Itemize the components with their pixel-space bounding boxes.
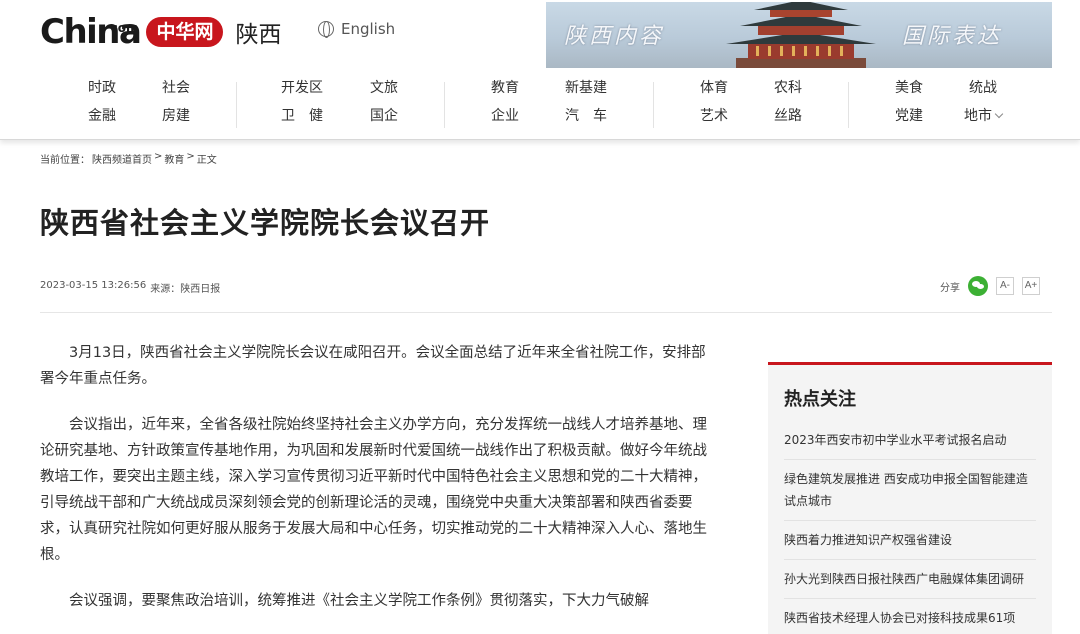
hot-topic-link[interactable]: 2023年西安市初中学业水平考试报名启动 (784, 421, 1036, 460)
nav-item[interactable]: 统战 (953, 78, 1013, 106)
nav-column: 统战 地市 (953, 78, 1013, 134)
breadcrumb-separator: > (154, 151, 163, 162)
nav-item[interactable]: 开发区 (272, 78, 332, 106)
globe-icon (318, 21, 334, 38)
breadcrumb-current: 正文 (196, 155, 217, 166)
hot-topics-sidebar: 热点关注 2023年西安市初中学业水平考试报名启动 绿色建筑发展推进 西安成功申… (768, 362, 1052, 634)
nav-item[interactable]: 体育 (684, 78, 744, 106)
article-body: 3月13日，陕西省社会主义学院院长会议在咸阳召开。会议全面总结了近年来全省社院工… (40, 340, 710, 634)
hot-topic-link[interactable]: 陕西省技术经理人协会已对接科技成果61项 (784, 599, 1036, 634)
publish-datetime: 2023-03-15 13:26:56 (40, 280, 147, 291)
hot-topic-link[interactable]: 绿色建筑发展推进 西安成功申报全国智能建造试点城市 (784, 460, 1036, 521)
nav-item[interactable]: 卫 健 (272, 106, 332, 134)
nav-column: 文旅 国企 (354, 78, 414, 134)
nav-column: 教育 企业 (475, 78, 535, 134)
nav-item[interactable]: 房建 (146, 106, 206, 134)
sidebar-title: 热点关注 (784, 389, 856, 410)
font-increase-button[interactable]: A+ (1022, 277, 1040, 295)
hot-topic-link[interactable]: 陕西着力推进知识产权强省建设 (784, 521, 1036, 560)
main-nav: 时政 金融 社会 房建 开发区 卫 健 文旅 国企 教育 企业 新基建 汽 车 … (0, 78, 1080, 134)
nav-item[interactable]: 国企 (354, 106, 414, 134)
nav-item[interactable]: 党建 (879, 106, 939, 134)
nav-item[interactable]: 农科 (758, 78, 818, 106)
nav-column: 开发区 卫 健 (272, 78, 332, 134)
breadcrumb-prefix: 当前位置： (40, 155, 90, 166)
nav-item[interactable]: 汽 车 (556, 106, 616, 134)
nav-item[interactable]: 美食 (879, 78, 939, 106)
nav-item[interactable]: 教育 (475, 78, 535, 106)
logo-badge: 中华网 (146, 17, 224, 47)
language-label: English (341, 20, 396, 38)
share-toolbar: 分享 A- A+ (940, 276, 1040, 296)
nav-column: 农科 丝路 (758, 78, 818, 134)
share-label: 分享 (940, 282, 960, 294)
header-banner[interactable]: 陕西内容 国际表达 (546, 2, 1052, 68)
nav-divider (444, 82, 445, 128)
breadcrumb-separator: > (186, 151, 195, 162)
article-title: 陕西省社会主义学院院长会议召开 (40, 206, 491, 240)
article-paragraph: 会议强调，要聚焦政治培训，统筹推进《社会主义学院工作条例》贯彻落实，下大力气破解 (69, 593, 649, 609)
nav-column: 社会 房建 (146, 78, 206, 134)
nav-item[interactable]: 社会 (146, 78, 206, 106)
nav-column: 新基建 汽 车 (556, 78, 616, 134)
site-header: China com 中华网 陕西 English 陕西内容 国际表达 时政 金融… (0, 0, 1080, 140)
nav-item-label: 地市 (964, 108, 992, 124)
logo-china-text: China com (40, 10, 142, 54)
hot-topic-link[interactable]: 孙大光到陕西日报社陕西广电融媒体集团调研 (784, 560, 1036, 599)
breadcrumb-home-link[interactable]: 陕西频道首页 (92, 151, 152, 166)
article-paragraph: 会议指出，近年来，全省各级社院始终坚持社会主义办学方向，充分发挥统一战线人才培养… (40, 417, 707, 563)
nav-item[interactable]: 新基建 (556, 78, 616, 106)
nav-column: 时政 金融 (72, 78, 132, 134)
nav-divider (653, 82, 654, 128)
wechat-share-icon[interactable] (968, 276, 988, 296)
article-paragraph: 3月13日，陕西省社会主义学院院长会议在咸阳召开。会议全面总结了近年来全省社院工… (40, 345, 706, 387)
chevron-down-icon (994, 109, 1004, 119)
site-logo[interactable]: China com 中华网 陕西 (40, 10, 281, 54)
logo-com-text: com (110, 21, 139, 35)
nav-column: 美食 党建 (879, 78, 939, 134)
nav-divider (236, 82, 237, 128)
breadcrumb: 当前位置： 陕西频道首页 > 教育 > 正文 (40, 151, 217, 166)
divider (40, 312, 1052, 313)
nav-item[interactable]: 金融 (72, 106, 132, 134)
region-name: 陕西 (235, 22, 282, 48)
nav-column: 体育 艺术 (684, 78, 744, 134)
breadcrumb-section-link[interactable]: 教育 (164, 151, 184, 166)
source-label: 来源： (150, 284, 181, 295)
nav-item[interactable]: 文旅 (354, 78, 414, 106)
nav-item[interactable]: 时政 (72, 78, 132, 106)
bell-tower-illustration (726, 2, 876, 68)
font-decrease-button[interactable]: A- (996, 277, 1014, 295)
nav-item[interactable]: 丝路 (758, 106, 818, 134)
nav-item-city-dropdown[interactable]: 地市 (953, 106, 1013, 134)
banner-left-text: 陕西内容 (564, 24, 665, 49)
nav-item[interactable]: 艺术 (684, 106, 744, 134)
article-meta: 2023-03-15 13:26:56 来源： 陕西日报 (40, 280, 220, 295)
language-switch[interactable]: English (318, 20, 395, 38)
banner-right-text: 国际表达 (902, 24, 1003, 49)
source-name: 陕西日报 (180, 284, 221, 295)
nav-divider (848, 82, 849, 128)
nav-item[interactable]: 企业 (475, 106, 535, 134)
